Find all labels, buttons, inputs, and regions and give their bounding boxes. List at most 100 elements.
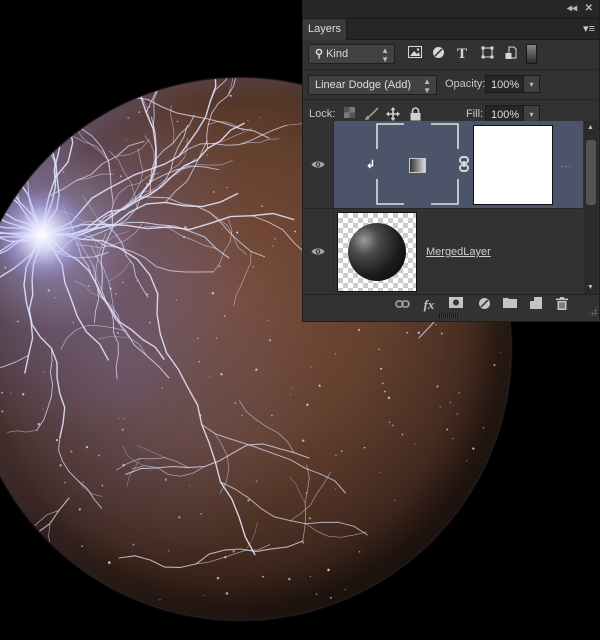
sparkle-dot	[309, 575, 312, 578]
sparkle-dot	[262, 575, 264, 578]
sparkle-dot	[138, 111, 141, 113]
panel-tab-row: Layers ▾≡	[303, 19, 599, 40]
lightning-bolt	[206, 78, 237, 149]
sparkle-dot	[125, 139, 127, 141]
add-mask-icon[interactable]	[448, 297, 464, 312]
sparkle-dot	[145, 183, 148, 185]
eye-icon	[311, 248, 325, 255]
adjustment-layer-filter-icon[interactable]	[430, 46, 446, 62]
sparkle-dot	[47, 289, 50, 292]
lightning-bolt	[58, 437, 103, 509]
double-chevron-left-icon[interactable]: ◂◂	[567, 3, 577, 14]
filter-kind-label: Kind	[326, 48, 349, 60]
filter-kind-select[interactable]: ⚲ Kind ▲ ▼	[308, 44, 395, 64]
sparkle-dot	[270, 414, 273, 417]
blend-row: Linear Dodge (Add) ▲ ▼ Opacity: 100% ▾	[303, 70, 599, 100]
sparkle-dot	[127, 116, 130, 119]
sparkle-dot	[44, 337, 46, 339]
lightning-bolt	[9, 78, 12, 95]
pixel-layer-filter-icon[interactable]	[407, 46, 423, 62]
shape-layer-filter-icon[interactable]	[479, 46, 495, 62]
visibility-toggle[interactable]	[303, 209, 334, 295]
sparkle-dot	[289, 394, 292, 396]
sparkle-dot	[122, 282, 124, 284]
sparkle-dot	[203, 594, 205, 596]
lock-transparent-pixels-icon[interactable]	[342, 107, 356, 121]
sparkle-dot	[135, 280, 138, 282]
sparkle-dot	[493, 364, 496, 367]
blend-mode-select[interactable]: Linear Dodge (Add) ▲ ▼	[308, 75, 437, 95]
sparkle-dot	[255, 480, 258, 483]
blend-mode-value: Linear Dodge (Add)	[315, 79, 412, 91]
layer-row-mergedlayer[interactable]: MergedLayer	[303, 208, 583, 295]
sparkle-dot	[255, 368, 258, 372]
panel-resize-grip[interactable]	[439, 313, 459, 318]
lock-all-icon[interactable]	[408, 107, 422, 121]
sparkle-dot	[118, 417, 120, 419]
lightning-bolt	[245, 522, 258, 551]
sparkle-dot	[161, 387, 163, 389]
sparkle-dot	[183, 235, 186, 239]
layer-row-gradient-map[interactable]: ↲ ...	[303, 121, 583, 208]
sparkle-dot	[209, 376, 211, 378]
sparkle-dot	[272, 245, 274, 247]
sparkle-dot	[42, 371, 45, 374]
layer-name-label[interactable]: MergedLayer	[426, 246, 491, 258]
lightning-bolt	[108, 260, 131, 282]
type-layer-filter-icon[interactable]: T	[454, 46, 470, 62]
link-layers-icon[interactable]	[394, 297, 410, 312]
sparkle-dot	[269, 339, 272, 342]
opacity-label: Opacity:	[445, 78, 486, 90]
scroll-thumb[interactable]	[586, 140, 596, 205]
sparkle-dot	[178, 516, 181, 519]
sparkle-dot	[146, 223, 148, 225]
adjustment-thumbnail-frame[interactable]	[376, 123, 459, 205]
scroll-up-arrow-icon[interactable]: ▲	[587, 124, 594, 131]
sparkle-dot	[148, 179, 151, 182]
sparkle-dot	[458, 391, 460, 394]
spinner-arrows-icon: ▲ ▼	[423, 77, 431, 95]
sparkle-dot	[54, 297, 56, 299]
delete-layer-trash-icon[interactable]	[554, 297, 570, 314]
layer-mask-thumbnail[interactable]	[473, 125, 553, 205]
layers-scrollbar[interactable]: ▲ ▼	[584, 121, 598, 294]
sparkle-dot	[229, 94, 232, 97]
visibility-toggle[interactable]	[303, 121, 334, 208]
new-layer-icon[interactable]	[528, 296, 544, 313]
sparkle-dot	[164, 478, 168, 481]
layer-body[interactable]: MergedLayer	[334, 209, 583, 295]
opacity-slider-dropdown[interactable]: ▾	[523, 75, 540, 93]
new-adjustment-layer-icon[interactable]	[476, 297, 492, 314]
sparkle-dot	[72, 321, 75, 324]
panel-title-bar[interactable]: ◂◂ ✕	[303, 0, 599, 19]
selected-layer-body[interactable]: ↲ ...	[334, 121, 583, 208]
sparkle-dot	[305, 491, 308, 494]
lightning-bolt	[98, 336, 130, 339]
lightning-bolt	[0, 497, 70, 567]
layer-thumbnail[interactable]	[337, 212, 417, 292]
sparkle-dot	[406, 331, 409, 334]
opacity-input[interactable]: 100%	[485, 75, 524, 93]
mask-link-chain-icon[interactable]	[459, 156, 469, 172]
sparkle-dot	[78, 508, 81, 511]
sparkle-dot	[452, 437, 454, 440]
tab-layers[interactable]: Layers	[303, 19, 347, 40]
sparkle-dot	[223, 314, 226, 317]
sparkle-dot	[119, 175, 122, 177]
planet-thumbnail-image	[348, 223, 406, 281]
sparkle-dot	[308, 517, 312, 520]
sparkle-dot	[436, 385, 439, 388]
smart-object-filter-icon[interactable]	[503, 46, 519, 62]
lock-image-pixels-icon[interactable]	[364, 107, 379, 121]
new-group-folder-icon[interactable]	[502, 297, 518, 312]
layer-style-fx-icon[interactable]: fx	[421, 297, 437, 312]
lightning-bolt	[122, 445, 146, 467]
close-icon[interactable]: ✕	[585, 3, 593, 14]
panel-menu-icon[interactable]: ▾≡	[583, 22, 595, 35]
lightning-bolt	[36, 347, 54, 431]
sparkle-dot	[116, 331, 119, 334]
lock-position-icon[interactable]	[386, 107, 400, 121]
lightning-bolt	[77, 480, 102, 497]
filter-toggle-switch[interactable]	[526, 44, 537, 64]
scroll-down-arrow-icon[interactable]: ▼	[587, 284, 594, 291]
